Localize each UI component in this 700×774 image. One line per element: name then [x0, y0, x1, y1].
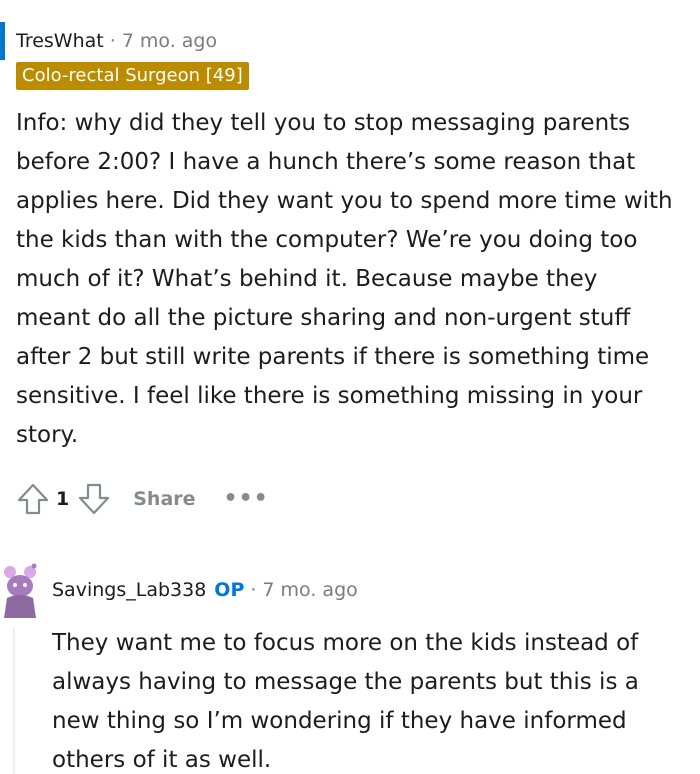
share-label: Share	[133, 488, 196, 510]
meta-separator: ·	[109, 30, 116, 52]
arrow-up-icon[interactable]	[16, 482, 50, 516]
reply-body: They want me to focus more on the kids i…	[52, 630, 639, 773]
reply-meta: Savings_Lab338 OP · 7 mo. ago	[52, 574, 358, 606]
op-badge: OP	[214, 579, 245, 601]
snoo-avatar-icon[interactable]	[0, 562, 40, 622]
meta-separator: ·	[250, 579, 257, 601]
comment: TresWhat · 7 mo. ago Colo-rectal Surgeon…	[16, 22, 680, 521]
comment-timestamp[interactable]: 7 mo. ago	[122, 30, 217, 52]
comment-body: Info: why did they tell you to stop mess…	[16, 110, 673, 448]
comment-meta: TresWhat · 7 mo. ago	[16, 22, 680, 60]
comment-thread: TresWhat · 7 mo. ago Colo-rectal Surgeon…	[0, 0, 700, 774]
ellipsis-icon[interactable]: •••	[224, 488, 269, 510]
thread-line[interactable]	[13, 628, 15, 774]
comment-username[interactable]: TresWhat	[16, 30, 104, 52]
reply-username[interactable]: Savings_Lab338	[52, 579, 206, 601]
user-flair: Colo-rectal Surgeon [49]	[16, 62, 249, 90]
share-button[interactable]: Share	[133, 488, 195, 510]
comment-actions: 1 Share •••	[16, 477, 680, 521]
thread-highlight-bar[interactable]	[0, 22, 5, 60]
reply-timestamp[interactable]: 7 mo. ago	[262, 579, 357, 601]
vote-count: 1	[56, 488, 70, 510]
arrow-down-icon[interactable]	[77, 482, 111, 516]
